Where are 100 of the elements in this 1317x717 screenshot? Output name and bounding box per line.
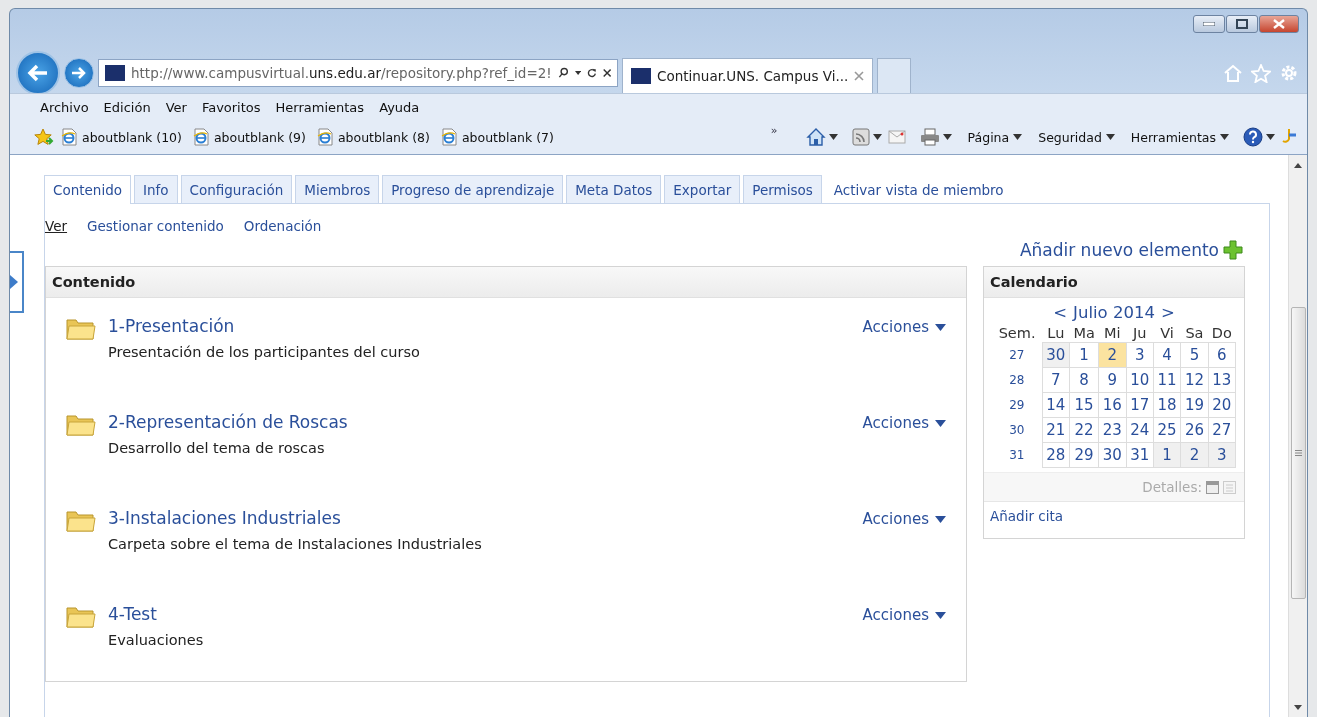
calendar-day[interactable]: 6 [1208,342,1236,368]
calendar-day[interactable]: 21 [1042,417,1070,443]
member-view-link[interactable]: Activar vista de miembro [824,175,1013,203]
scroll-up-icon[interactable] [1294,163,1302,168]
site-logo [631,68,651,84]
folder-icon [66,508,96,532]
page-tab[interactable]: Permisos [743,175,822,203]
maximize-button[interactable] [1226,15,1258,33]
refresh-icon[interactable] [587,66,597,80]
overflow-chevron[interactable]: » [770,124,778,137]
actions-menu[interactable]: Acciones [862,604,946,626]
command-menu[interactable]: Herramientas [1130,129,1229,145]
folder-link[interactable]: 3-Instalaciones Industriales [108,508,851,528]
caret-icon [872,134,882,140]
calendar-day[interactable]: 2 [1098,342,1127,368]
next-month-link[interactable]: > [1160,303,1175,322]
favorite-link[interactable]: aboutblank (10) [60,128,182,146]
menu-item[interactable]: Favoritos [201,99,261,115]
scroll-down-icon[interactable] [1294,705,1302,710]
folder-link[interactable]: 2-Representación de Roscas [108,412,851,432]
page-tab[interactable]: Miembros [295,175,380,203]
actions-menu[interactable]: Acciones [862,316,946,338]
page-tab[interactable]: Info [134,175,178,203]
calendar-day[interactable]: 27 [1208,417,1236,443]
print-button[interactable] [919,128,952,146]
menu-item[interactable]: Ayuda [379,99,420,115]
calendar-day[interactable]: 15 [1069,392,1099,418]
subtab-link[interactable]: Ordenación [243,218,322,234]
address-bar[interactable]: http://www.campusvirtual.uns.edu.ar/repository.php?ref_id=2! [98,59,618,87]
calendar-day[interactable]: 26 [1180,417,1209,443]
page-icon [315,128,334,146]
calendar-day[interactable]: 22 [1069,417,1099,443]
calendar-day[interactable]: 24 [1126,417,1154,443]
calendar-day[interactable]: 4 [1153,342,1181,368]
folder-icon [66,604,96,628]
calendar-day[interactable]: 9 [1098,367,1127,393]
calendar-day[interactable]: 13 [1208,367,1236,393]
folder-link[interactable]: 4-Test [108,604,851,624]
grip-icon [1295,450,1302,456]
calendar-day[interactable]: 16 [1098,392,1127,418]
calendar-day[interactable]: 23 [1098,417,1127,443]
scrollbar[interactable] [1288,155,1307,717]
calendar-day[interactable]: 28 [1042,442,1070,468]
subtab-link[interactable]: Ver [45,218,68,234]
scrollbar-thumb[interactable] [1291,307,1306,599]
calendar-day[interactable]: 12 [1180,367,1209,393]
previous-month-link[interactable]: < [1053,303,1068,322]
calendar-day[interactable]: 3 [1126,342,1154,368]
calendar-day[interactable]: 18 [1153,392,1181,418]
calendar-day[interactable]: 31 [1126,442,1154,468]
add-item-link[interactable]: Añadir nuevo elemento [1019,240,1219,260]
command-menu[interactable]: Seguridad [1038,129,1115,145]
calendar-day[interactable]: 29 [1069,442,1099,468]
calendar-day[interactable]: 14 [1042,392,1070,418]
menu-item[interactable]: Edición [103,99,151,115]
actions-menu[interactable]: Acciones [862,412,946,434]
menu-item[interactable]: Herramientas [275,99,365,115]
calendar-day[interactable]: 5 [1180,342,1209,368]
home-button[interactable] [805,127,838,147]
calendar-day[interactable]: 30 [1042,342,1070,368]
favorite-link[interactable]: aboutblank (8) [315,128,430,146]
mail-icon[interactable] [887,130,906,144]
page-tab[interactable]: Progreso de aprendizaje [382,175,564,203]
calendar-day[interactable]: 1 [1069,342,1099,368]
command-menu[interactable]: Página [967,129,1023,145]
page-tab[interactable]: Contenido [44,175,131,204]
calendar-day[interactable]: 11 [1153,367,1181,393]
calendar-view-icon[interactable] [1206,480,1219,494]
help-button[interactable] [1243,127,1275,147]
calendar-day[interactable]: 8 [1069,367,1099,393]
plus-icon[interactable] [1223,240,1243,260]
calendar-day[interactable]: 7 [1042,367,1070,393]
close-icon[interactable] [602,67,611,79]
minimize-button[interactable] [1193,15,1225,33]
menu-item[interactable]: Archivo [40,99,89,115]
calendar-day[interactable]: 20 [1208,392,1236,418]
side-panel-toggle[interactable] [10,251,24,313]
folder-icon [66,412,96,436]
subtab-link[interactable]: Gestionar contenido [87,218,224,234]
calendar-day[interactable]: 10 [1126,367,1154,393]
page-tab[interactable]: Exportar [664,175,741,203]
calendar-day[interactable]: 25 [1153,417,1181,443]
calendar-day[interactable]: 17 [1126,392,1154,418]
calendar-day[interactable]: 19 [1180,392,1209,418]
page-tab[interactable]: Meta Datos [566,175,662,203]
menu-item[interactable]: Ver [165,99,187,115]
folder-link[interactable]: 1-Presentación [108,316,851,336]
favorites-star-icon[interactable] [34,128,54,146]
feeds-button[interactable] [851,128,882,146]
page-tab[interactable]: Configuración [180,175,293,203]
back-button[interactable] [16,51,60,95]
calendar-day[interactable]: 30 [1098,442,1127,468]
forward-button[interactable] [64,58,94,88]
star-icon[interactable] [1251,63,1271,83]
actions-menu[interactable]: Acciones [862,508,946,530]
close-button[interactable] [1259,15,1299,33]
favorite-link[interactable]: aboutblank (9) [191,128,306,146]
favorite-link[interactable]: aboutblank (7) [439,128,554,146]
add-appointment-link[interactable]: Añadir cita [990,508,1063,524]
browser-tab[interactable]: Continuar.UNS. Campus Vi... [622,58,874,93]
